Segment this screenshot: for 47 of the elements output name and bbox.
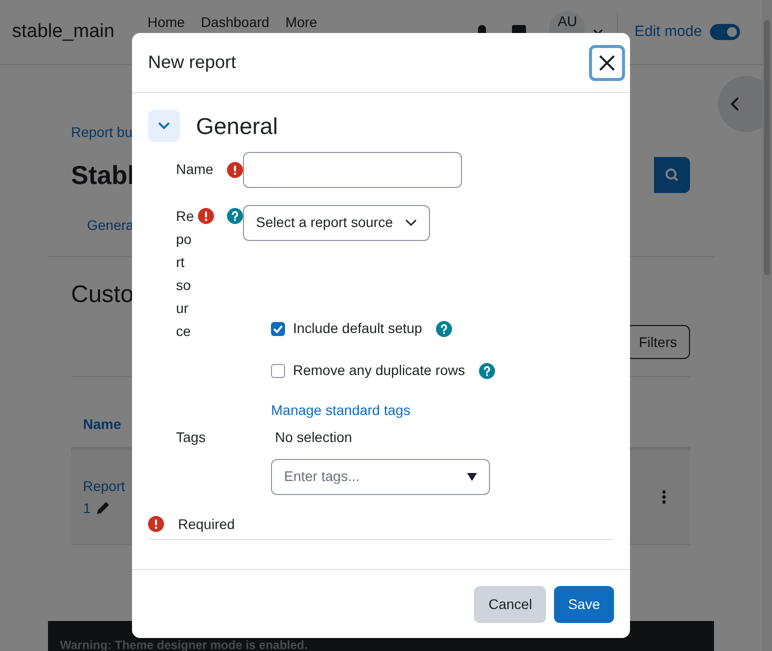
nav-link[interactable]: More	[285, 14, 318, 30]
search-button[interactable]	[654, 157, 690, 193]
field-label: Report source	[176, 206, 195, 340]
page-heading: Stabl	[71, 158, 135, 192]
tags-input-field[interactable]: Enter tags...	[271, 458, 490, 494]
search-icon	[665, 168, 679, 182]
nav-link[interactable]: Home	[147, 14, 185, 30]
dialog-title: New report	[148, 51, 236, 74]
collapse-button[interactable]	[148, 110, 180, 142]
tab-link[interactable]: Genera	[87, 215, 134, 236]
selection-text: No selection	[275, 428, 352, 446]
checkbox[interactable]	[271, 364, 285, 378]
scrollbar-thumb[interactable]	[764, 20, 770, 275]
checkbox[interactable]	[271, 322, 285, 336]
required-note: Required	[178, 514, 235, 534]
caret-icon	[404, 218, 417, 226]
help-icon[interactable]	[478, 362, 495, 378]
kebab-menu-icon[interactable]	[662, 490, 666, 504]
caret-icon[interactable]	[593, 29, 604, 35]
dropdown-triangle-icon	[467, 472, 477, 480]
field-label: Name	[176, 160, 214, 179]
chevron-down-icon	[157, 121, 171, 132]
column-header[interactable]: Name	[83, 414, 122, 434]
pencil-icon[interactable]	[94, 500, 111, 516]
checkbox-label: Include default setup	[293, 319, 422, 338]
site-name[interactable]: stable_main	[12, 18, 114, 46]
checkbox-label: Remove any duplicate rows	[293, 361, 465, 380]
save-button[interactable]: Save	[554, 586, 614, 622]
section-heading: Custo	[71, 280, 134, 310]
chevron-left-icon	[730, 96, 740, 112]
nav-link[interactable]: Dashboard	[200, 14, 270, 30]
name-input-field[interactable]	[243, 152, 462, 188]
required-icon	[148, 516, 164, 532]
close-button[interactable]	[589, 44, 625, 80]
breadcrumb-link[interactable]: Report bu	[71, 122, 132, 143]
help-icon[interactable]	[436, 320, 452, 336]
report-source-dropdown[interactable]: Select a report source	[243, 204, 430, 240]
manage-tags-link[interactable]: Manage standard tags	[271, 400, 410, 420]
cancel-button[interactable]: Cancel	[474, 586, 546, 622]
report-link[interactable]: 1	[83, 497, 91, 519]
help-icon[interactable]	[227, 208, 243, 224]
field-label: Tags	[176, 428, 206, 444]
edit-mode-toggle[interactable]	[710, 24, 740, 40]
close-icon	[598, 54, 616, 72]
report-link[interactable]: Report	[83, 475, 126, 497]
edit-mode-label: Edit mode	[634, 22, 702, 42]
section-title: General	[196, 112, 278, 141]
